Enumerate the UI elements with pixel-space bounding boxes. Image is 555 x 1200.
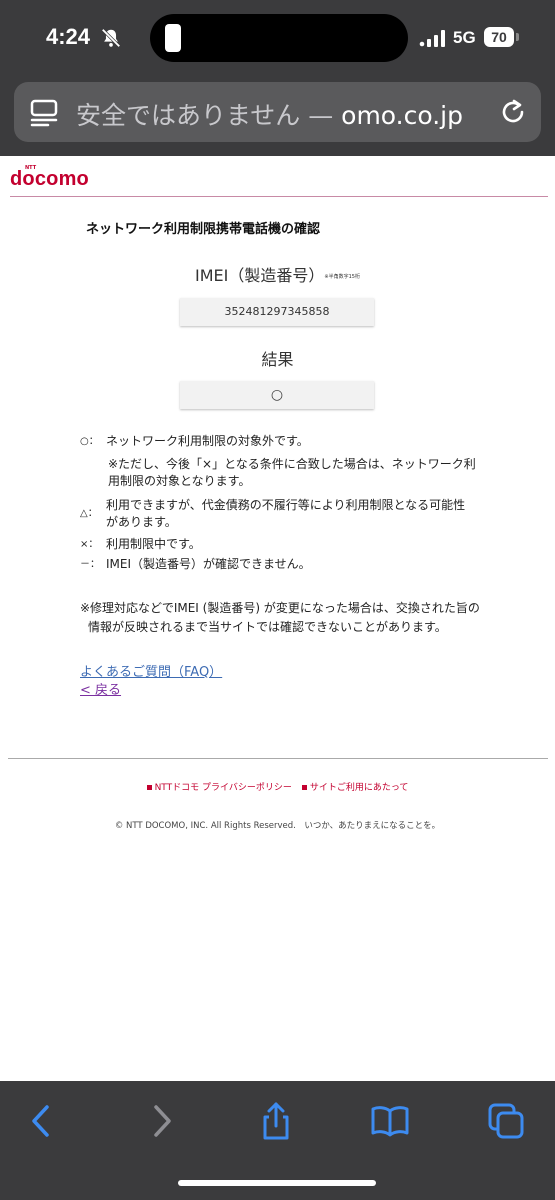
back-chevron-icon[interactable]: [22, 1101, 62, 1141]
result-value-field: ○: [180, 381, 374, 409]
bookmarks-icon[interactable]: [370, 1101, 410, 1141]
reload-icon[interactable]: [498, 97, 528, 127]
network-type: 5G: [453, 28, 476, 47]
legend-mark: －：: [80, 559, 100, 570]
circle-condition-note: ※ただし、今後「×」となる条件に合致した場合は、ネットワーク利用制限の対象となり…: [108, 457, 476, 488]
legend-mark: ×：: [80, 539, 99, 550]
page-title: ネットワーク利用制限携帯電話機の確認: [86, 222, 321, 237]
status-time: 4:24: [46, 24, 91, 49]
signal-bars-icon: [419, 30, 445, 47]
copyright: © NTT DOCOMO, INC. All Rights Reserved. …: [114, 821, 441, 831]
browser-address-area: 安全ではありません — omo.co.jp: [0, 78, 555, 156]
battery-nub: [516, 33, 519, 41]
forward-chevron-icon[interactable]: [141, 1101, 181, 1141]
legend-mark: △：: [80, 508, 98, 519]
docomo-logo[interactable]: docomo: [10, 168, 89, 191]
footer-links: NTTドコモ プライバシーポリシー サイトご利用にあたって: [0, 780, 555, 793]
site-terms-link[interactable]: サイトご利用にあたって: [310, 783, 409, 793]
legend-text: IMEI（製造番号）が確認できません。: [106, 557, 311, 571]
back-link[interactable]: < 戻る: [80, 679, 121, 698]
dynamic-island: [150, 14, 408, 62]
legend-mark: ○：: [80, 436, 99, 447]
url-domain: omo.co.jp: [341, 101, 463, 130]
imei-digits-note: ※半角数字15桁: [324, 274, 360, 280]
bullet-square-icon: [146, 785, 152, 790]
legend-text: 利用できますが、代金債務の不履行等により利用制限となる可能性があります。: [106, 498, 466, 529]
legend-text: 利用制限中です。: [106, 537, 201, 551]
imei-label-text: IMEI（製造番号）: [195, 266, 325, 285]
imei-label: IMEI（製造番号）※半角数字15桁: [0, 262, 555, 286]
imei-value-field: 352481297345858: [180, 298, 374, 326]
result-label: 結果: [261, 350, 294, 369]
share-icon[interactable]: [256, 1101, 296, 1141]
privacy-policy-link[interactable]: NTTドコモ プライバシーポリシー: [155, 783, 292, 793]
home-indicator: [178, 1180, 376, 1186]
page-menu-icon[interactable]: [30, 99, 58, 127]
url-text[interactable]: 安全ではありません — omo.co.jp: [76, 96, 463, 132]
bell-slash-icon: [101, 28, 121, 48]
header-divider: [10, 196, 548, 197]
battery-icon: 70: [484, 27, 514, 47]
address-bar[interactable]: 安全ではありません — omo.co.jp: [14, 82, 541, 142]
repair-note: ※修理対応などでIMEI (製造番号) が変更になった場合は、交換された旨の情報…: [80, 601, 480, 634]
faq-link[interactable]: よくあるご質問（FAQ）: [80, 661, 222, 680]
flashlight-indicator-icon: [165, 24, 181, 52]
legend-text: ネットワーク利用制限の対象外です。: [106, 434, 309, 448]
status-bar: 4:24 5G 70: [0, 0, 555, 78]
bullet-square-icon: [301, 785, 307, 790]
not-secure-warning: 安全ではありません —: [76, 101, 342, 130]
tabs-icon[interactable]: [486, 1101, 526, 1141]
footer-divider: [8, 758, 548, 759]
